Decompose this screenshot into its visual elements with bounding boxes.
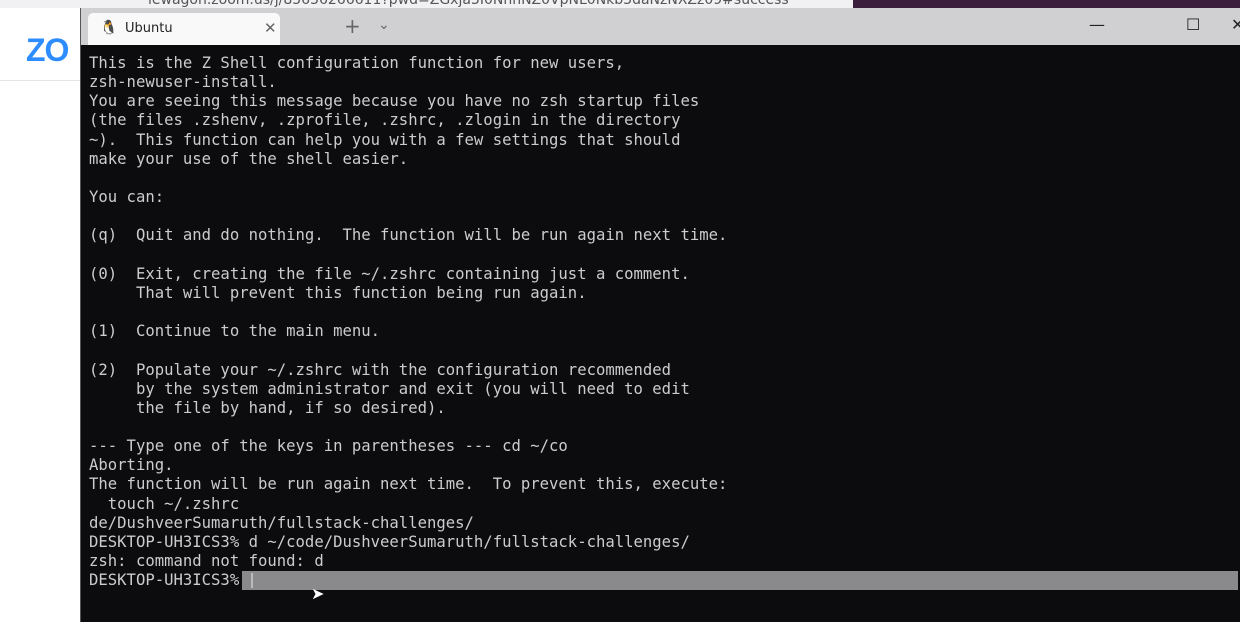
- divider: [0, 80, 80, 81]
- terminal-line: The function will be run again next time…: [89, 475, 728, 494]
- terminal-line: DESKTOP-UH3ICS3%: [89, 571, 240, 590]
- linux-icon: 🐧: [100, 20, 118, 36]
- chevron-down-icon[interactable]: ⌄: [378, 17, 390, 33]
- maximize-button[interactable]: ☐: [1186, 15, 1200, 34]
- terminal-window[interactable]: 🐧 Ubuntu ✕ + ⌄ — ☐ ✕ This is the Z Shell…: [80, 8, 1240, 622]
- title-bar[interactable]: 🐧 Ubuntu ✕ + ⌄ — ☐ ✕: [81, 8, 1240, 45]
- terminal-line: zsh: command not found: d: [89, 552, 324, 571]
- tab-ubuntu[interactable]: 🐧 Ubuntu ✕: [88, 13, 280, 45]
- terminal-line: (0) Exit, creating the file ~/.zshrc con…: [89, 264, 690, 283]
- terminal-line: Aborting.: [89, 456, 174, 475]
- terminal-line: That will prevent this function being ru…: [89, 283, 587, 302]
- terminal-line: DESKTOP-UH3ICS3% d ~/code/DushveerSumaru…: [89, 532, 690, 551]
- terminal-output[interactable]: This is the Z Shell configuration functi…: [89, 54, 727, 590]
- terminal-line: touch ~/.zshrc: [89, 494, 240, 513]
- url-text: lewagon.zoom.us/j/85656266611?pwd=ZGxja3…: [148, 0, 789, 8]
- terminal-line: You are seeing this message because you …: [89, 92, 700, 111]
- terminal-line: ~). This function can help you with a fe…: [89, 130, 681, 149]
- terminal-line: de/DushveerSumaruth/fullstack-challenges…: [89, 513, 474, 532]
- browser-address-bar[interactable]: lewagon.zoom.us/j/85656266611?pwd=ZGxja3…: [0, 0, 853, 8]
- terminal-line: (the files .zshenv, .zprofile, .zshrc, .…: [89, 111, 681, 130]
- zoom-logo: ZO: [26, 32, 69, 68]
- minimize-button[interactable]: —: [1089, 15, 1105, 34]
- terminal-line: zsh-newuser-install.: [89, 73, 277, 92]
- terminal-line: You can:: [89, 188, 165, 207]
- close-tab-icon[interactable]: ✕: [264, 19, 277, 37]
- desktop-background: [853, 0, 1240, 8]
- mouse-pointer-icon: ➤: [311, 584, 325, 603]
- close-window-button[interactable]: ✕: [1231, 15, 1240, 34]
- terminal-line: make your use of the shell easier.: [89, 149, 409, 168]
- tab-label: Ubuntu: [125, 21, 173, 36]
- terminal-line: the file by hand, if so desired).: [89, 398, 446, 417]
- terminal-line: (q) Quit and do nothing. The function wi…: [89, 226, 728, 245]
- terminal-line: This is the Z Shell configuration functi…: [89, 54, 625, 72]
- terminal-line: (2) Populate your ~/.zshrc with the conf…: [89, 360, 672, 379]
- terminal-line: --- Type one of the keys in parentheses …: [89, 437, 568, 456]
- terminal-line: by the system administrator and exit (yo…: [89, 379, 690, 398]
- terminal-line: (1) Continue to the main menu.: [89, 322, 381, 341]
- new-tab-button[interactable]: +: [344, 14, 361, 38]
